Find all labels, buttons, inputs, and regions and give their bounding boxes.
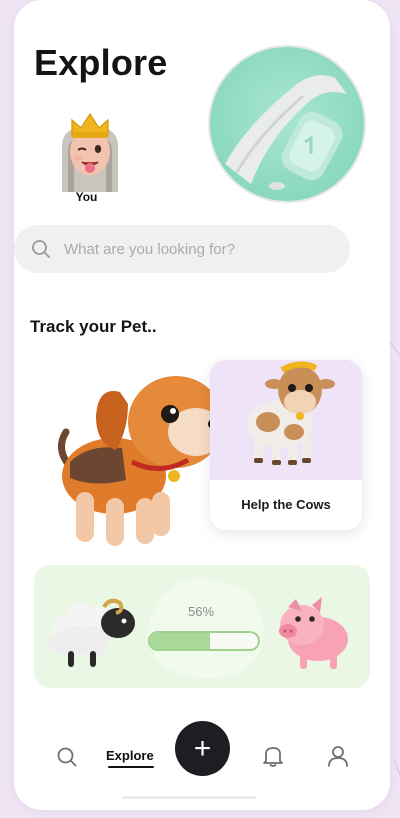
progress-bar: [148, 631, 260, 651]
bottom-navigation: Explore +: [14, 718, 390, 798]
pet-tracker-collar-image[interactable]: [207, 44, 367, 204]
home-indicator: [122, 796, 256, 799]
search-bar[interactable]: [14, 225, 350, 273]
pet-progress-card[interactable]: 56%: [34, 565, 370, 688]
cow-card-image-area: [210, 360, 362, 480]
nav-active-indicator: [108, 766, 154, 768]
phone-screen: Explore You What are you looking for? Tr…: [14, 0, 390, 810]
progress-percent: 56%: [187, 604, 215, 619]
search-icon: [32, 240, 50, 258]
cow-image: [246, 361, 335, 465]
search-icon[interactable]: [56, 746, 78, 768]
plus-icon: +: [193, 731, 212, 765]
pig-image: [279, 597, 348, 669]
help-cows-card[interactable]: Help the Cows: [210, 360, 362, 530]
sheep-image: [49, 598, 135, 667]
search-input[interactable]: [62, 239, 326, 259]
progress-bar-fill: [150, 633, 211, 649]
help-cows-label: Help the Cows: [241, 497, 331, 512]
blob-decoration: [148, 578, 264, 679]
page-title: Explore: [34, 42, 168, 83]
bell-icon[interactable]: [262, 744, 284, 768]
dog-image[interactable]: [50, 352, 230, 562]
user-icon[interactable]: [327, 744, 349, 768]
avatar-label: You: [75, 190, 98, 204]
nav-item-explore[interactable]: Explore: [106, 748, 154, 763]
section-title: Track your Pet..: [30, 317, 157, 336]
add-button[interactable]: +: [175, 721, 230, 776]
avatar[interactable]: [54, 96, 126, 192]
